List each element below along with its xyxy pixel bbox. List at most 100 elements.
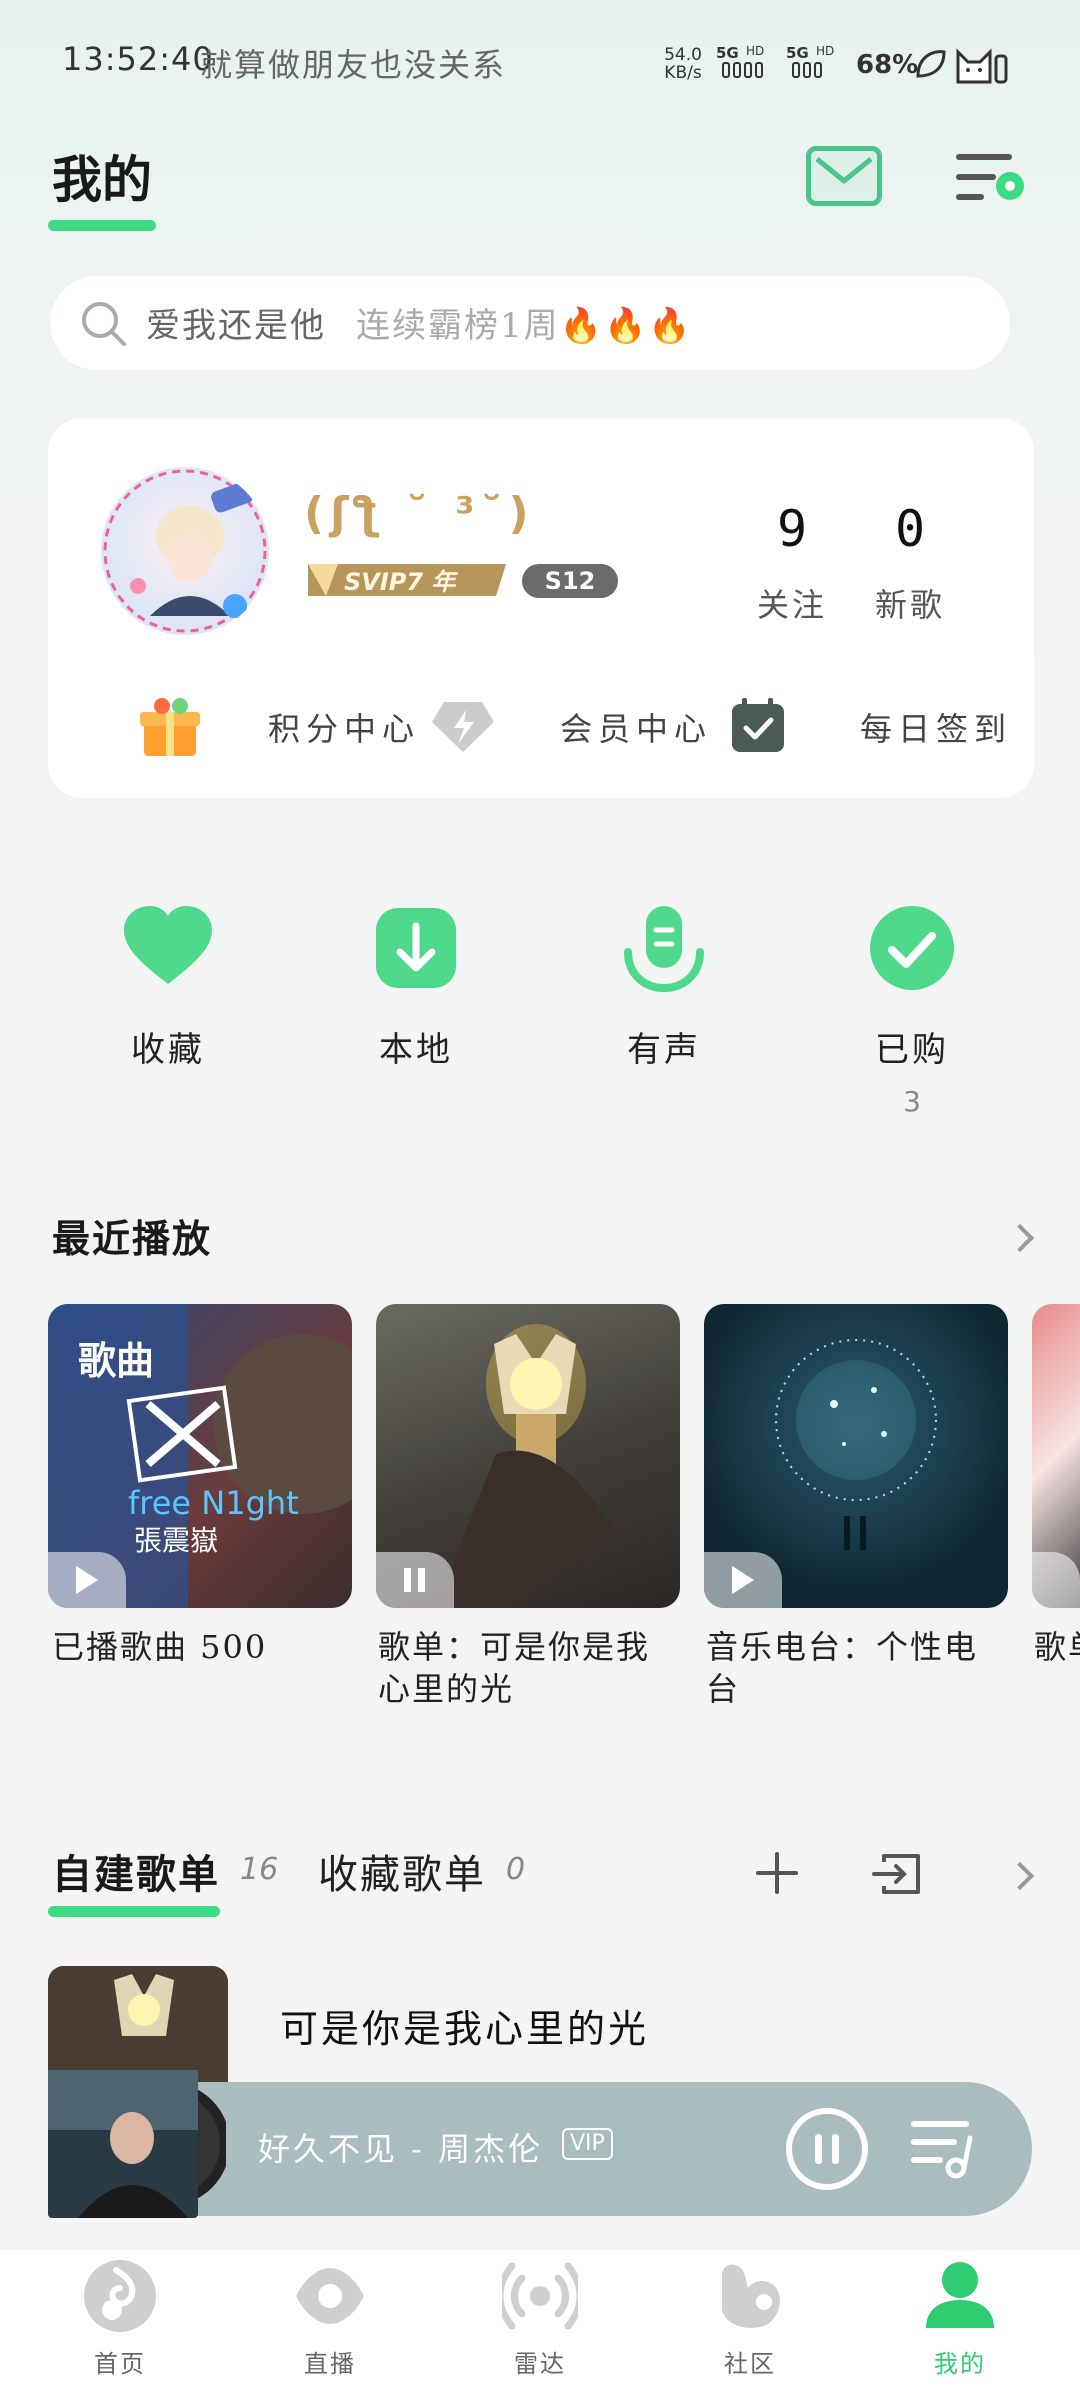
- recent-tile-caption: 音乐电台：个性电台: [706, 1628, 979, 1708]
- bottom-nav: 首页 直播 雷达 社区 我的: [0, 2250, 1080, 2400]
- search-query: 爱我还是他: [146, 306, 326, 346]
- shortcut-local-label: 本地: [379, 1030, 453, 1070]
- profile-nickname[interactable]: (ʃƪ ˘ ³˘): [304, 488, 535, 539]
- mail-icon: [815, 157, 873, 184]
- svip-badge[interactable]: SVIP7 年: [302, 560, 506, 600]
- tab-active-underline: [48, 1906, 220, 1917]
- nav-radar[interactable]: 雷达: [470, 2250, 610, 2379]
- nav-me[interactable]: 我的: [890, 2250, 1030, 2379]
- mini-player[interactable]: 好久不见 - 周杰伦 VIP: [120, 2082, 1032, 2216]
- play-button[interactable]: [704, 1552, 782, 1608]
- tab-created-playlists[interactable]: 自建歌单: [52, 1842, 220, 1900]
- following-count[interactable]: 9: [742, 500, 842, 558]
- playlist-item-title[interactable]: 可是你是我心里的光: [280, 1998, 649, 2053]
- message-button[interactable]: [806, 146, 882, 206]
- search-bar[interactable]: 爱我还是他 连续霸榜1周🔥🔥🔥: [50, 276, 1010, 370]
- daily-checkin-label: 每日签到: [860, 710, 1013, 748]
- points-center-label: 积分中心: [268, 710, 421, 748]
- status-time: 13:52:40: [62, 40, 214, 78]
- play-icon: [732, 1566, 754, 1594]
- page-title: 我的: [52, 150, 152, 209]
- svip-badge-text: SVIP7 年: [344, 568, 458, 596]
- nav-home[interactable]: 首页: [50, 2250, 190, 2379]
- tile-overlay-label: 歌曲: [78, 1338, 155, 1383]
- new-songs-label[interactable]: 新歌: [850, 580, 970, 626]
- leaf-icon: [916, 50, 946, 78]
- pause-button[interactable]: [376, 1552, 454, 1608]
- shortcut-favorites-label: 收藏: [131, 1030, 205, 1070]
- signal-1-label: 5G: [716, 44, 739, 62]
- cover-sub: 張震嶽: [134, 1524, 218, 1557]
- heart-icon: [124, 906, 212, 984]
- gift-icon: [140, 698, 200, 756]
- recent-tile-playlist[interactable]: [376, 1304, 680, 1608]
- nav-community[interactable]: 社区: [680, 2250, 820, 2379]
- nav-live[interactable]: 直播: [260, 2250, 400, 2379]
- check-icon: [870, 906, 954, 990]
- hd-label-2: HD: [816, 44, 835, 58]
- following-label[interactable]: 关注: [732, 580, 852, 626]
- vip-tag: VIP: [562, 2128, 613, 2160]
- member-center-label: 会员中心: [560, 710, 713, 748]
- community-icon: [722, 2264, 780, 2328]
- new-songs-count[interactable]: 0: [860, 500, 960, 558]
- microphone-icon: [624, 906, 704, 993]
- user-icon: [926, 2262, 994, 2328]
- radar-icon: [496, 2262, 584, 2330]
- recent-tile-caption: 歌单：可是你是我心里的光: [378, 1628, 651, 1708]
- net-speed-value: 54.0: [664, 45, 702, 65]
- pause-icon: [404, 1568, 425, 1592]
- tab-collected-count: 0: [506, 1852, 526, 1887]
- level-badge[interactable]: S12: [522, 564, 618, 598]
- tab-created-count: 16: [240, 1852, 279, 1887]
- shortcut-purchased[interactable]: 已购 3: [832, 900, 992, 1118]
- play-button[interactable]: [48, 1552, 126, 1608]
- playlists-more-chevron-icon[interactable]: [1005, 1861, 1035, 1891]
- music-note-icon: [84, 2260, 156, 2332]
- status-bar: 13:52:40 就算做朋友也没关系 54.0 KB/s 5G HD 5G HD…: [0, 0, 1080, 130]
- search-icon: [82, 302, 126, 346]
- nav-me-label: 我的: [934, 2350, 986, 2378]
- nav-community-label: 社区: [724, 2350, 776, 2378]
- points-center-link[interactable]: 积分中心: [138, 694, 414, 764]
- play-icon: [76, 1566, 98, 1594]
- calendar-check-icon: [732, 698, 784, 752]
- import-playlist-icon[interactable]: [870, 1850, 922, 1898]
- profile-card: (ʃƪ ˘ ³˘) SVIP7 年 S12 9 关注 0 新歌 积分中心 会员中…: [48, 418, 1034, 798]
- tab-collected-playlists[interactable]: 收藏歌单: [318, 1842, 486, 1900]
- shortcut-local[interactable]: 本地: [336, 900, 496, 1071]
- member-center-link[interactable]: 会员中心: [430, 694, 710, 764]
- shortcut-audio-label: 有声: [627, 1030, 701, 1070]
- now-playing-title: 好久不见 - 周杰伦: [258, 2130, 544, 2168]
- title-underline: [48, 220, 156, 231]
- search-hint: 连续霸榜1周🔥🔥🔥: [356, 306, 693, 346]
- cat-icon: [956, 48, 1008, 84]
- playlist-queue-icon[interactable]: [910, 2114, 980, 2184]
- recent-tile-radio[interactable]: [704, 1304, 1008, 1608]
- menu-settings-icon: [956, 154, 1024, 200]
- pause-button[interactable]: [784, 2106, 870, 2192]
- recent-tile-caption: 歌单: [1034, 1628, 1080, 1666]
- daily-checkin-link[interactable]: 每日签到: [728, 694, 1028, 764]
- shortcut-audio[interactable]: 有声: [584, 900, 744, 1071]
- download-icon: [376, 908, 456, 988]
- shortcut-purchased-count: 3: [903, 1085, 921, 1118]
- play-button[interactable]: [1032, 1552, 1080, 1608]
- nav-home-label: 首页: [94, 2350, 146, 2378]
- add-playlist-icon[interactable]: [754, 1850, 800, 1896]
- shortcut-favorites[interactable]: 收藏: [88, 900, 248, 1071]
- recent-more-chevron-icon[interactable]: [1005, 1223, 1035, 1253]
- settings-menu-button[interactable]: [954, 150, 1024, 208]
- now-playing-album-art[interactable]: [48, 2068, 226, 2218]
- signal-2-label: 5G: [786, 44, 809, 62]
- avatar[interactable]: [100, 466, 270, 636]
- nav-radar-label: 雷达: [514, 2350, 566, 2378]
- hd-label: HD: [746, 44, 765, 58]
- recent-tile-partial[interactable]: [1032, 1304, 1080, 1608]
- recent-tile-songs[interactable]: free N1ght 張震嶽 歌曲: [48, 1304, 352, 1608]
- status-lyric: 就算做朋友也没关系: [200, 46, 507, 84]
- shortcut-purchased-label: 已购: [875, 1030, 949, 1070]
- net-speed-unit: KB/s: [664, 63, 702, 83]
- diamond-icon: [432, 702, 494, 752]
- recent-tile-caption: 已播歌曲 500: [52, 1628, 268, 1666]
